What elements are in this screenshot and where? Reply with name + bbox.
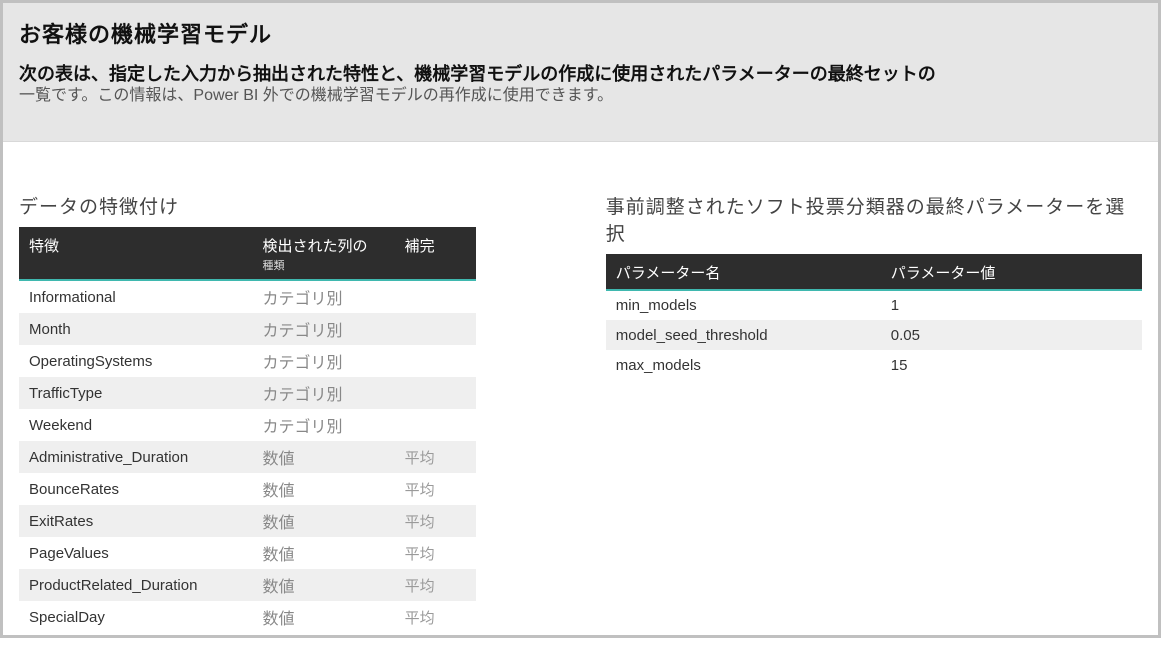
feature-kind-cell: カテゴリ別 <box>252 345 394 377</box>
table-row: PageValues数値平均 <box>19 537 476 569</box>
page-subtitle-strong: 次の表は、指定した入力から抽出された特性と、機械学習モデルの作成に使用されたパラ… <box>19 64 936 84</box>
col-label: パラメーター名 <box>616 265 721 282</box>
col-label: パラメーター値 <box>891 265 996 282</box>
feature-kind-cell: 数値 <box>252 569 394 601</box>
feature-name-cell: SpecialDay <box>19 601 252 633</box>
feature-imputation-cell <box>395 345 476 377</box>
params-section: 事前調整されたソフト投票分類器の最終パラメーターを選択 パラメーター名 パラメー… <box>606 192 1142 633</box>
param-name-cell: max_models <box>606 350 881 380</box>
features-table: 特徴 検出された列の 種類 補完 Informationalカテゴリ別Month… <box>19 227 476 633</box>
feature-name-cell: Month <box>19 313 252 345</box>
table-row: Informationalカテゴリ別 <box>19 280 476 313</box>
feature-imputation-cell <box>395 280 476 313</box>
content-area: データの特徴付け 特徴 検出された列の 種類 補完 Informationalカ… <box>3 142 1158 649</box>
feature-name-cell: Informational <box>19 280 252 313</box>
feature-kind-cell: 数値 <box>252 441 394 473</box>
table-row: ExitRates数値平均 <box>19 505 476 537</box>
feature-kind-cell: カテゴリ別 <box>252 280 394 313</box>
table-row: SpecialDay数値平均 <box>19 601 476 633</box>
header-panel: お客様の機械学習モデル 次の表は、指定した入力から抽出された特性と、機械学習モデ… <box>3 3 1158 142</box>
table-row: BounceRates数値平均 <box>19 473 476 505</box>
feature-name-cell: ExitRates <box>19 505 252 537</box>
feature-imputation-cell: 平均 <box>395 441 476 473</box>
page-subtitle-light: 一覧です。この情報は、Power BI 外での機械学習モデルの再作成に使用できま… <box>19 87 613 104</box>
feature-kind-cell: カテゴリ別 <box>252 409 394 441</box>
feature-name-cell: TrafficType <box>19 377 252 409</box>
features-col-imputation[interactable]: 補完 <box>395 227 476 280</box>
feature-name-cell: OperatingSystems <box>19 345 252 377</box>
feature-kind-cell: 数値 <box>252 473 394 505</box>
table-row: min_models1 <box>606 290 1142 320</box>
table-row: Monthカテゴリ別 <box>19 313 476 345</box>
feature-name-cell: BounceRates <box>19 473 252 505</box>
feature-imputation-cell <box>395 377 476 409</box>
param-value-cell: 15 <box>881 350 1142 380</box>
features-col-kind[interactable]: 検出された列の 種類 <box>252 227 394 280</box>
page-title: お客様の機械学習モデル <box>19 17 1142 49</box>
feature-imputation-cell: 平均 <box>395 569 476 601</box>
col-label: 補完 <box>405 238 435 255</box>
params-table: パラメーター名 パラメーター値 min_models1model_seed_th… <box>606 254 1142 380</box>
feature-kind-cell: 数値 <box>252 537 394 569</box>
features-section: データの特徴付け 特徴 検出された列の 種類 補完 Informationalカ… <box>19 192 476 633</box>
table-row: OperatingSystemsカテゴリ別 <box>19 345 476 377</box>
table-row: ProductRelated_Duration数値平均 <box>19 569 476 601</box>
features-section-title: データの特徴付け <box>19 192 476 219</box>
table-row: Weekendカテゴリ別 <box>19 409 476 441</box>
table-row: Administrative_Duration数値平均 <box>19 441 476 473</box>
features-col-feature[interactable]: 特徴 <box>19 227 252 280</box>
param-value-cell: 0.05 <box>881 320 1142 350</box>
feature-kind-cell: 数値 <box>252 601 394 633</box>
table-row: TrafficTypeカテゴリ別 <box>19 377 476 409</box>
param-value-cell: 1 <box>881 290 1142 320</box>
feature-name-cell: Administrative_Duration <box>19 441 252 473</box>
param-name-cell: model_seed_threshold <box>606 320 881 350</box>
feature-name-cell: PageValues <box>19 537 252 569</box>
feature-name-cell: ProductRelated_Duration <box>19 569 252 601</box>
feature-imputation-cell: 平均 <box>395 505 476 537</box>
feature-kind-cell: 数値 <box>252 505 394 537</box>
params-col-name[interactable]: パラメーター名 <box>606 254 881 290</box>
col-sublabel: 種類 <box>262 257 384 273</box>
table-row: max_models15 <box>606 350 1142 380</box>
feature-kind-cell: カテゴリ別 <box>252 313 394 345</box>
feature-imputation-cell <box>395 409 476 441</box>
params-col-value[interactable]: パラメーター値 <box>881 254 1142 290</box>
feature-imputation-cell: 平均 <box>395 601 476 633</box>
feature-kind-cell: カテゴリ別 <box>252 377 394 409</box>
params-section-title: 事前調整されたソフト投票分類器の最終パラメーターを選択 <box>606 192 1142 246</box>
col-label: 特徴 <box>29 238 59 255</box>
feature-imputation-cell: 平均 <box>395 537 476 569</box>
feature-imputation-cell: 平均 <box>395 473 476 505</box>
param-name-cell: min_models <box>606 290 881 320</box>
table-row: model_seed_threshold0.05 <box>606 320 1142 350</box>
col-label: 検出された列の <box>262 238 367 255</box>
feature-imputation-cell <box>395 313 476 345</box>
feature-name-cell: Weekend <box>19 409 252 441</box>
